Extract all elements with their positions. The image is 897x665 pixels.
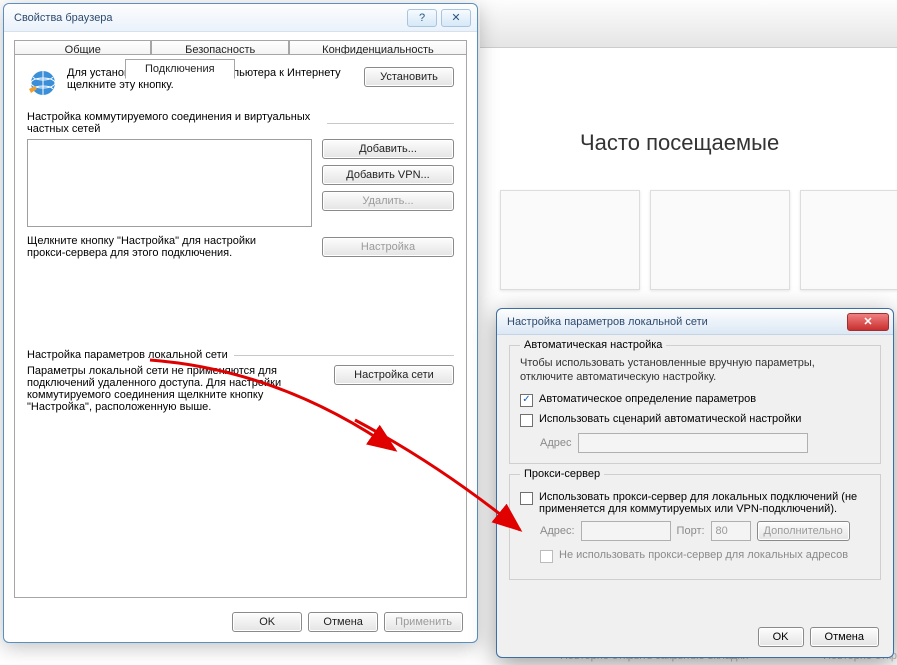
ok-button[interactable]: OK [232,612,302,632]
lan-settings-dialog: Настройка параметров локальной сети ✕ Ав… [496,308,894,658]
proxy-advanced-button: Дополнительно [757,521,850,541]
use-proxy-label: Использовать прокси-сервер для локальных… [539,491,870,515]
connections-panel: Для установки подключения компьютера к И… [14,54,467,598]
lan-settings-button[interactable]: Настройка сети [334,365,454,385]
browser-toolbar [480,0,897,48]
auto-detect-checkbox[interactable] [520,394,533,407]
proxy-address-label: Адрес: [540,525,575,537]
delete-button: Удалить... [322,191,454,211]
lan-text: Параметры локальной сети не применяются … [27,365,324,413]
auto-config-group: Автоматическая настройка Чтобы использов… [509,345,881,464]
auto-detect-label: Автоматическое определение параметров [539,393,756,405]
ok-button[interactable]: OK [758,627,804,647]
proxy-address-input [581,521,671,541]
proxy-group: Прокси-сервер Использовать прокси-сервер… [509,474,881,580]
proxy-legend: Прокси-сервер [520,468,604,480]
auto-config-note: Чтобы использовать установленные вручную… [520,356,870,385]
help-button[interactable]: ? [407,9,437,27]
lan-label: Настройка параметров локальной сети [27,349,234,361]
bypass-local-checkbox [540,550,553,563]
dialog-titlebar[interactable]: Свойства браузера ? ✕ [4,4,477,32]
add-vpn-button[interactable]: Добавить VPN... [322,165,454,185]
connections-listbox[interactable] [27,139,312,227]
settings-button: Настройка [322,237,454,257]
close-button[interactable]: ✕ [847,313,889,331]
internet-properties-dialog: Свойства браузера ? ✕ Общие Безопасность… [3,3,478,643]
thumbnail[interactable] [800,190,897,290]
dialog-titlebar[interactable]: Настройка параметров локальной сети ✕ [497,309,893,335]
close-button[interactable]: ✕ [441,9,471,27]
cancel-button[interactable]: Отмена [308,612,378,632]
cancel-button[interactable]: Отмена [810,627,879,647]
bypass-local-label: Не использовать прокси-сервер для локаль… [559,549,848,561]
proxy-port-input [711,521,751,541]
use-proxy-checkbox[interactable] [520,492,533,505]
dialup-label: Настройка коммутируемого соединения и ви… [27,111,327,135]
dialog-title: Настройка параметров локальной сети [507,316,847,328]
setup-button[interactable]: Установить [364,67,454,87]
auto-script-label: Использовать сценарий автоматической нас… [539,413,801,425]
dialup-hint: Щелкните кнопку "Настройка" для настройк… [27,235,297,259]
dialog-title: Свойства браузера [14,12,403,24]
thumbnail[interactable] [500,190,640,290]
script-address-input [578,433,808,453]
address-label: Адрес [540,437,572,449]
proxy-port-label: Порт: [677,525,705,537]
auto-script-checkbox[interactable] [520,414,533,427]
apply-button: Применить [384,612,463,632]
add-button[interactable]: Добавить... [322,139,454,159]
tab-connections[interactable]: Подключения [125,59,236,79]
frequent-heading: Часто посещаемые [580,130,779,156]
thumbnail[interactable] [650,190,790,290]
thumbnails-row [500,190,897,290]
auto-config-legend: Автоматическая настройка [520,339,666,351]
globe-icon [27,67,59,99]
